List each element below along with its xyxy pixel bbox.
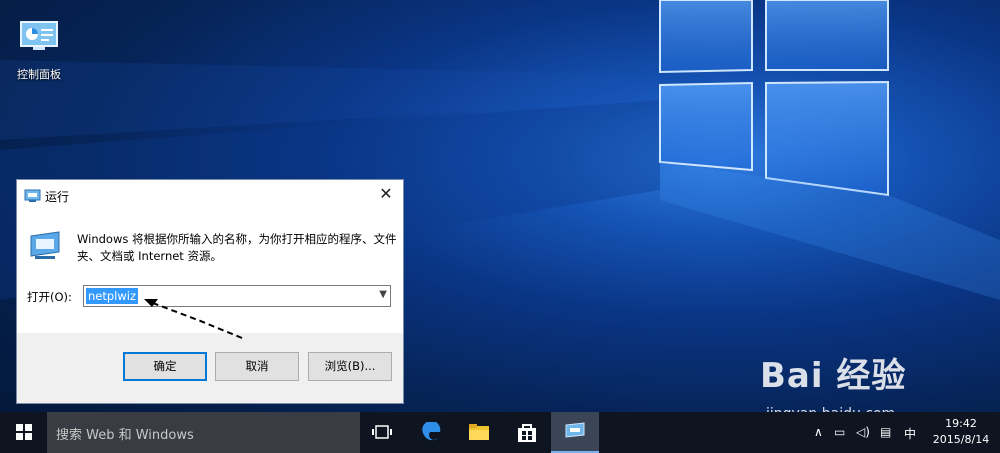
ime-indicator[interactable]: 中 (904, 425, 916, 442)
desktop-icon-label: 控制面板 (17, 68, 61, 81)
start-button[interactable] (0, 412, 48, 453)
ok-button[interactable]: 确定 (123, 352, 207, 381)
browse-button[interactable]: 浏览(B)... (308, 352, 392, 381)
taskbar: 搜索 Web 和 Windows ∧ ▭ ◁) ▤ 中 19:42 2015/8… (0, 412, 1000, 453)
dialog-title: 运行 (45, 190, 70, 204)
store-icon (518, 424, 536, 442)
chevron-down-icon[interactable]: ▼ (379, 289, 387, 300)
cancel-button[interactable]: 取消 (215, 352, 299, 381)
dialog-description: Windows 将根据你所输入的名称，为你打开相应的程序、文件夹、文档或 Int… (77, 232, 397, 263)
task-view-button[interactable] (358, 412, 406, 453)
volume-icon[interactable]: ◁) (856, 425, 870, 439)
edge-icon (422, 422, 441, 441)
desktop-icon-control-panel[interactable]: 控制面板 (8, 20, 70, 82)
search-box[interactable]: 搜索 Web 和 Windows (47, 412, 360, 453)
file-explorer-icon (469, 424, 489, 440)
annotation-arrow (144, 299, 243, 339)
clock-time: 19:42 (945, 417, 977, 430)
store-button[interactable] (503, 412, 551, 453)
run-program-icon (27, 230, 63, 260)
search-placeholder: 搜索 Web 和 Windows (56, 428, 194, 443)
windows-logo-icon (16, 424, 32, 440)
run-taskbar-button[interactable] (551, 412, 599, 453)
open-label: 打开(O): (27, 290, 72, 304)
close-button[interactable]: ✕ (369, 180, 403, 210)
watermark-brand: Bai 经验 (760, 356, 907, 396)
chevron-up-icon[interactable]: ∧ (814, 425, 823, 439)
run-icon (565, 422, 585, 438)
clock-date: 2015/8/14 (932, 433, 990, 446)
action-center-icon[interactable]: ▤ (880, 425, 891, 439)
clock[interactable]: 19:42 2015/8/14 (928, 416, 994, 448)
network-icon[interactable]: ▭ (834, 425, 845, 439)
task-view-icon (372, 425, 392, 439)
dialog-title-bar[interactable]: 运行 ✕ (17, 180, 403, 210)
edge-button[interactable] (408, 412, 456, 453)
control-panel-icon (19, 20, 59, 52)
run-icon (24, 188, 41, 202)
baidu-watermark: Bai 经验 jingyan.baidu.com (760, 348, 907, 422)
file-explorer-button[interactable] (455, 412, 503, 453)
